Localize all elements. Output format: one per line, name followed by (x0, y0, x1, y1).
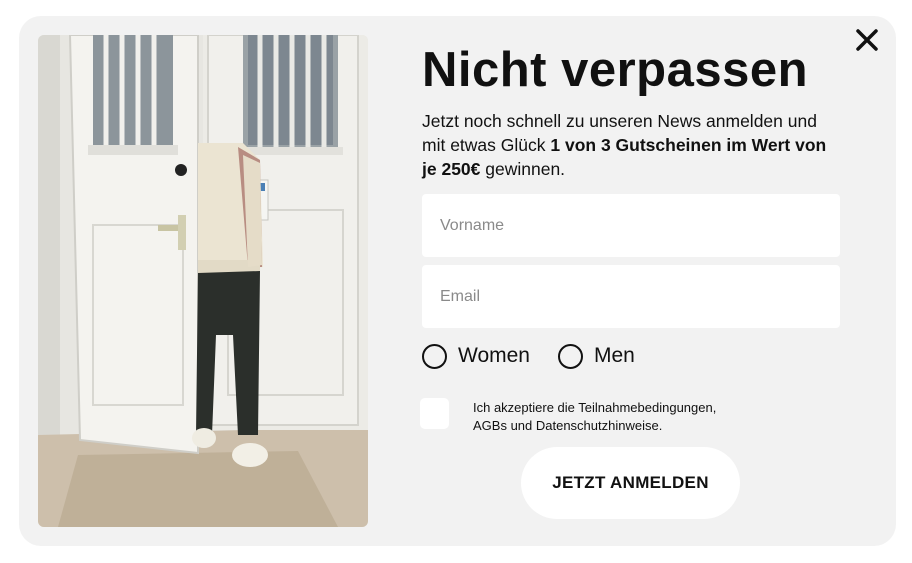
newsletter-popup: Nicht verpassen Jetzt noch schnell zu un… (19, 16, 896, 546)
close-button[interactable] (853, 26, 881, 54)
description-text-end: gewinnen. (480, 159, 566, 179)
terms-label: Ich akzeptiere die Teilnahmebedingungen,… (473, 399, 773, 435)
close-icon (856, 29, 878, 51)
terms-line-2: AGBs und Datenschutzhinweise. (473, 418, 663, 433)
radio-men-circle[interactable] (557, 343, 583, 369)
terms-checkbox[interactable] (420, 398, 449, 429)
radio-women-circle[interactable] (422, 343, 447, 369)
radio-men[interactable]: Men (557, 343, 635, 369)
first-name-input[interactable] (422, 194, 840, 257)
promo-photo (38, 35, 368, 527)
radio-men-label: Men (593, 344, 635, 367)
radio-women-label: Women (458, 344, 530, 367)
radio-women[interactable]: Women (422, 343, 530, 369)
email-input[interactable] (422, 265, 840, 328)
gender-radio-group: Women Men (422, 342, 663, 370)
popup-description: Jetzt noch schnell zu unseren News anmel… (422, 109, 842, 181)
promo-photo-illustration (38, 35, 368, 527)
submit-button[interactable]: JETZT ANMELDEN (521, 447, 740, 519)
popup-title: Nicht verpassen (422, 43, 809, 97)
terms-line-1: Ich akzeptiere die Teilnahmebedingungen, (473, 400, 717, 415)
